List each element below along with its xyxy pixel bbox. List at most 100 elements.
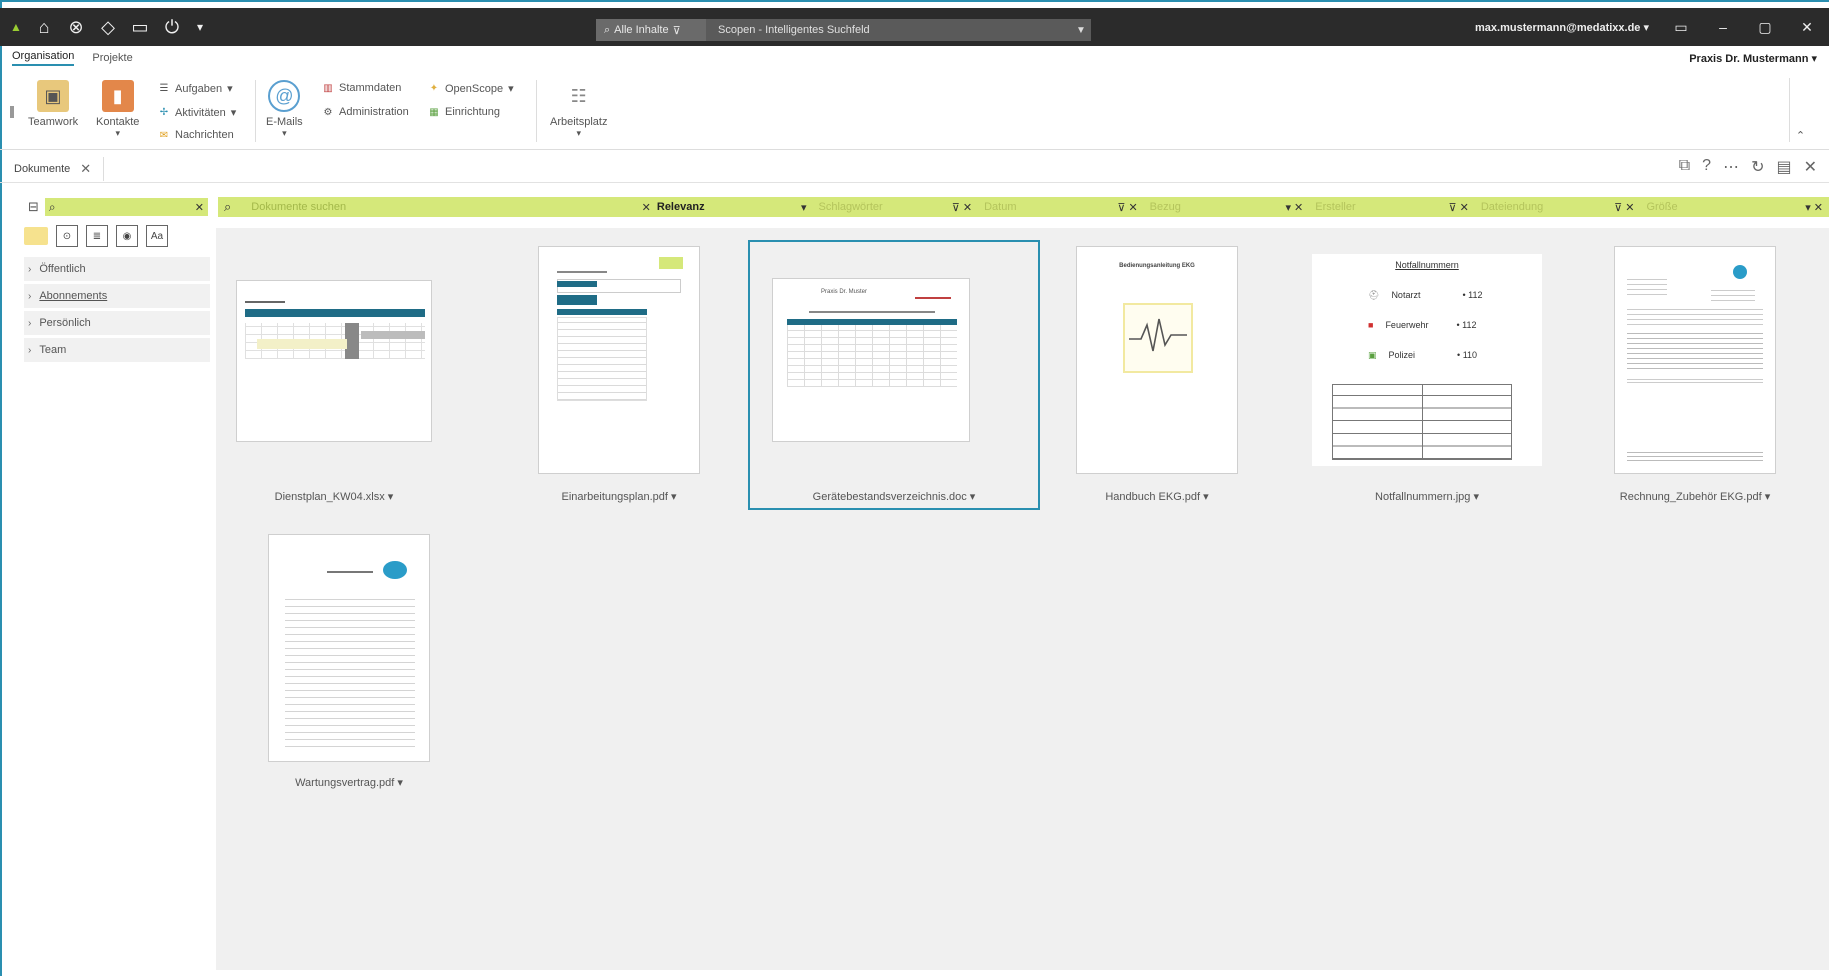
stammdaten-button[interactable]: ▥ Stammdaten [322, 82, 401, 94]
filter-label: Dateiendung [1480, 201, 1544, 213]
filter-schlagwoerter[interactable]: Schlagwörter ⊽ ✕ [812, 197, 978, 217]
sidebar-item-label: Team [39, 344, 67, 356]
administration-button[interactable]: ⚙ Administration [322, 106, 409, 118]
document-thumbnail[interactable] [1614, 246, 1776, 474]
document-name-label: Wartungsvertrag.pdf [295, 777, 395, 789]
openscope-label: OpenScope [445, 82, 504, 95]
close-icon[interactable]: ✕ [1804, 157, 1817, 177]
kontakte-button[interactable]: ▮ Kontakte ▾ [96, 80, 139, 139]
aktivitaeten-button[interactable]: ✢ Aktivitäten ▾ [158, 106, 236, 120]
document-name[interactable]: Notfallnummern.jpg ▾ [1312, 490, 1542, 503]
clear-icon[interactable]: ✕ [642, 201, 651, 214]
tag-icon[interactable]: ◇ [98, 17, 118, 37]
help-icon[interactable]: ⊗ [66, 17, 86, 37]
einrichtung-button[interactable]: ▦ Einrichtung [428, 106, 500, 118]
new-document-icon[interactable]: ⊙ [56, 225, 78, 247]
help-icon[interactable]: ? [1702, 157, 1711, 177]
filter-label: Größe [1646, 201, 1678, 213]
filter-clear-icon[interactable]: ⊽ ✕ [1449, 201, 1469, 214]
document-name[interactable]: Gerätebestandsverzeichnis.doc ▾ [748, 490, 1040, 503]
kontakte-label: Kontakte [96, 116, 140, 128]
ekg-icon [1123, 303, 1193, 373]
scan-icon[interactable]: ≣ [86, 225, 108, 247]
document-thumbnail[interactable] [538, 246, 700, 474]
power-icon[interactable]: ⏻ [162, 17, 182, 37]
save-icon[interactable]: ▤ [1776, 157, 1791, 177]
app-logo-icon: ▲ [10, 20, 22, 34]
minimize-button[interactable]: – [1713, 19, 1733, 35]
sidebar-search-input[interactable]: ⌕ ✕ [44, 198, 208, 216]
pin-icon[interactable]: ⊟ [28, 199, 39, 215]
filter-bezug[interactable]: Bezug ▾ ✕ [1144, 197, 1310, 217]
document-thumbnail[interactable]: Notfallnummern ⛑ Notarzt • 112 ■ Feuerwehr •… [1312, 254, 1542, 466]
document-thumbnail[interactable] [236, 280, 432, 442]
refresh-icon[interactable]: ↻ [1751, 157, 1764, 177]
filter-ersteller[interactable]: Ersteller ⊽ ✕ [1309, 197, 1475, 217]
quick-access-dropdown-icon[interactable]: ▾ [194, 17, 206, 37]
filter-groesse[interactable]: Größe ▾ ✕ [1640, 197, 1829, 217]
notfall-label: Notarzt [1391, 290, 1421, 300]
preview-icon[interactable]: ◉ [116, 225, 138, 247]
notfall-label: Feuerwehr [1385, 320, 1429, 330]
filter-icon: ⊽ [672, 24, 681, 37]
sidebar-item-oeffentlich[interactable]: › Öffentlich [24, 257, 210, 281]
layout-icon[interactable]: ▭ [1671, 19, 1691, 36]
scope-dropdown[interactable]: ⌕ Alle Inhalte ⊽ [596, 19, 706, 41]
sort-relevance[interactable]: Relevanz ▾ [651, 197, 813, 217]
filter-clear-icon[interactable]: ⊽ ✕ [1614, 201, 1634, 214]
document-name[interactable]: Rechnung_Zubehör EKG.pdf ▾ [1614, 490, 1776, 503]
chevron-right-icon: › [28, 263, 32, 275]
document-name[interactable]: Wartungsvertrag.pdf ▾ [268, 776, 430, 789]
document-name[interactable]: Handbuch EKG.pdf ▾ [1076, 490, 1238, 503]
title-bar: ▲ ⌂ ⊗ ◇ ▭ ⏻ ▾ ⌕ Alle Inhalte ⊽ Scopen - … [0, 8, 1829, 46]
teamwork-button[interactable]: ▣ Teamwork [28, 80, 78, 128]
chat-icon[interactable]: ▭ [130, 17, 150, 37]
aufgaben-button[interactable]: ☰ Aufgaben ▾ [158, 82, 233, 96]
filter-clear-icon[interactable]: ▾ ✕ [1285, 201, 1303, 214]
global-search[interactable]: ⌕ Alle Inhalte ⊽ Scopen - Intelligentes … [596, 19, 1091, 41]
email-button[interactable]: @ E-Mails ▾ [266, 80, 303, 139]
clear-icon[interactable]: ✕ [195, 201, 204, 214]
practice-selector[interactable]: Praxis Dr. Mustermann ▾ [1689, 52, 1817, 65]
copy-icon[interactable]: ⧉ [1679, 157, 1690, 177]
filter-clear-icon[interactable]: ▾ ✕ [1805, 201, 1823, 214]
document-name[interactable]: Dienstplan_KW04.xlsx ▾ [236, 490, 432, 503]
ribbon-collapse-button[interactable]: ⌃ [1789, 78, 1811, 142]
lock-icon[interactable]: ⌂ [34, 17, 54, 37]
openscope-button[interactable]: ✦ OpenScope ▾ [428, 82, 514, 96]
search-input[interactable]: Scopen - Intelligentes Suchfeld [706, 24, 1071, 36]
ribbon-divider [255, 80, 256, 142]
tasks-icon: ☰ [159, 83, 169, 94]
document-search[interactable]: ⌕ Dokumente suchen ✕ [218, 197, 651, 217]
user-menu[interactable]: max.mustermann@medatixx.de ▾ [1475, 21, 1649, 34]
document-name[interactable]: Einarbeitungsplan.pdf ▾ [538, 490, 700, 503]
filter-datum[interactable]: Datum ⊽ ✕ [978, 197, 1144, 217]
document-thumbnail[interactable]: Praxis Dr. Muster [772, 278, 970, 442]
close-icon[interactable]: ✕ [80, 161, 91, 177]
folder-icon[interactable] [24, 227, 48, 245]
tab-dokumente[interactable]: Dokumente ✕ [14, 157, 105, 181]
filter-dateiendung[interactable]: Dateiendung ⊽ ✕ [1475, 197, 1641, 217]
sidebar-item-persoenlich[interactable]: › Persönlich [24, 311, 210, 335]
filter-clear-icon[interactable]: ⊽ ✕ [1117, 201, 1137, 214]
aufgaben-label: Aufgaben [175, 82, 223, 95]
document-thumbnail[interactable] [268, 534, 430, 762]
maximize-button[interactable]: ▢ [1755, 19, 1775, 36]
more-icon[interactable]: ⋯ [1723, 157, 1739, 177]
master-data-icon: ▥ [323, 82, 333, 94]
sidebar-item-team[interactable]: › Team [24, 338, 210, 362]
arbeitsplatz-button[interactable]: ☷ Arbeitsplatz ▾ [550, 80, 607, 139]
administration-label: Administration [339, 106, 409, 118]
tab-organisation[interactable]: Organisation [12, 50, 75, 66]
nachrichten-button[interactable]: ✉ Nachrichten [158, 129, 234, 141]
sidebar-item-abonnements[interactable]: › Abonnements [24, 284, 210, 308]
filter-clear-icon[interactable]: ⊽ ✕ [952, 201, 972, 214]
close-button[interactable]: ✕ [1797, 19, 1817, 36]
tab-projekte[interactable]: Projekte [92, 52, 132, 64]
scope-label: Alle Inhalte [614, 24, 669, 36]
chevron-down-icon[interactable]: ▼ [1071, 25, 1091, 36]
document-search-input[interactable]: Dokumente suchen [251, 201, 621, 213]
sidebar-item-label: Abonnements [39, 290, 108, 302]
document-thumbnail[interactable]: Bedienungsanleitung EKG [1076, 246, 1238, 474]
text-icon[interactable]: Aa [146, 225, 168, 247]
